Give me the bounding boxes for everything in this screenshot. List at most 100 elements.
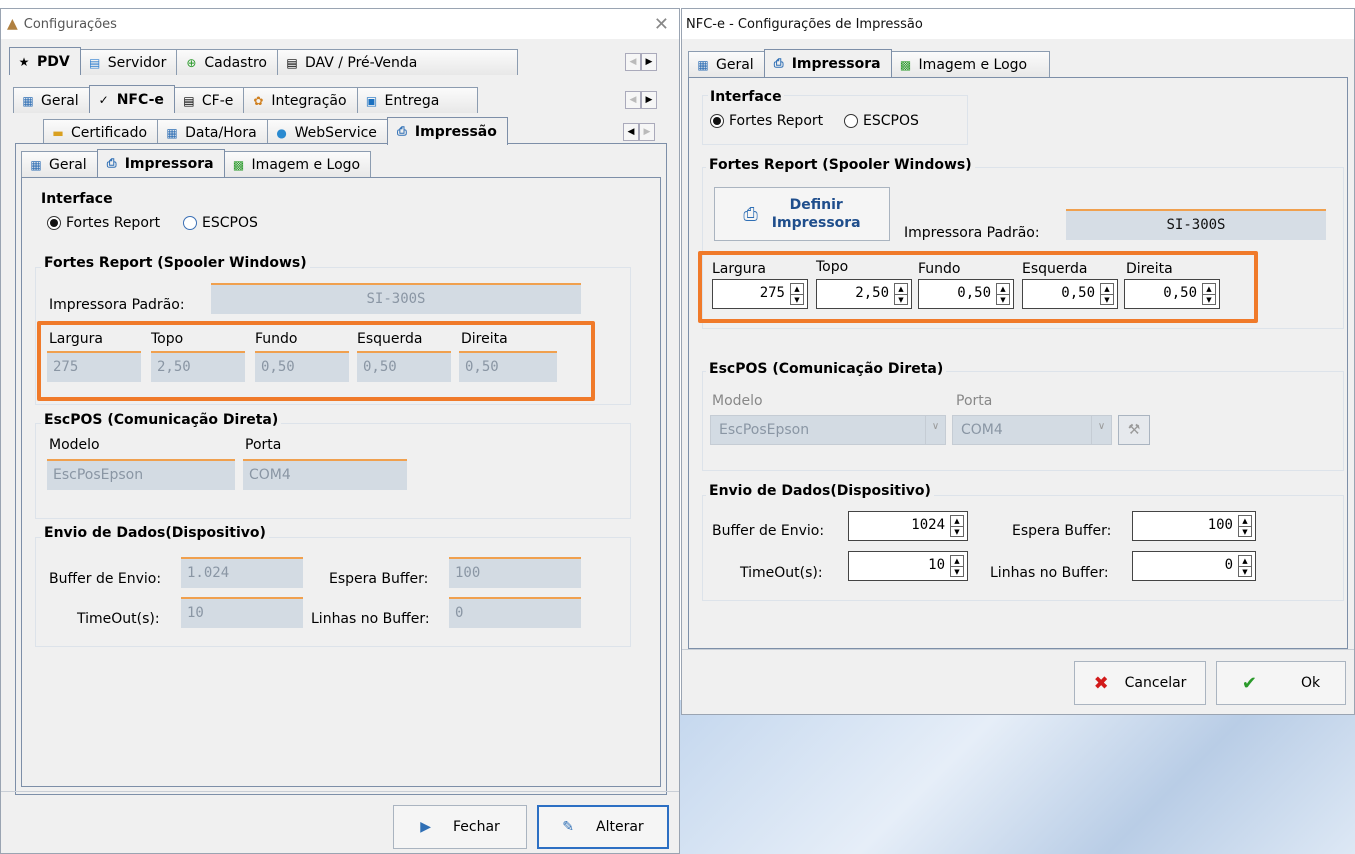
spin-up-icon[interactable]: ▲ [791, 284, 803, 294]
scroll-left-icon[interactable]: ◀ [625, 53, 641, 71]
alterar-button[interactable]: ✎ Alterar [537, 805, 669, 849]
tab-cadastro[interactable]: ⊕ Cadastro [176, 49, 278, 75]
spin-down-icon[interactable]: ▼ [951, 526, 963, 537]
tab-print-imagem[interactable]: ▩ Imagem e Logo [223, 151, 372, 177]
porta-select[interactable]: COM4 ∨ [952, 415, 1112, 445]
radio-dot [183, 216, 197, 230]
tools-button[interactable]: ⚒ [1118, 415, 1150, 445]
tab-certificado[interactable]: ▬ Certificado [43, 119, 159, 145]
espera-field[interactable]: 100 [449, 557, 581, 588]
spin-down-icon[interactable]: ▼ [997, 294, 1009, 305]
radio-fortes-report[interactable]: Fortes Report [710, 113, 823, 129]
spin-down-icon[interactable]: ▼ [1239, 566, 1251, 577]
topo-spin[interactable]: 2,50 ▲ ▼ [816, 279, 912, 309]
nfce-tabs-scroll[interactable]: ◀ ▶ [623, 123, 655, 141]
spin-buttons[interactable]: ▲ ▼ [1238, 515, 1252, 537]
fechar-button[interactable]: ▶ Fechar [393, 805, 527, 849]
calendar-icon: ▦ [166, 125, 178, 140]
timeout-spin[interactable]: 10 ▲ ▼ [848, 551, 968, 581]
tab-impressora[interactable]: ⎙ Impressora [763, 49, 892, 77]
impressora-field[interactable]: SI-300S [211, 283, 581, 314]
scroll-right-icon[interactable]: ▶ [641, 91, 657, 109]
tab-print-impressora[interactable]: ⎙ Impressora [96, 149, 225, 177]
spin-buttons[interactable]: ▲ ▼ [950, 515, 964, 537]
tab-servidor[interactable]: ▤ Servidor [79, 49, 178, 75]
modelo-select[interactable]: EscPosEpson ∨ [710, 415, 946, 445]
timeout-field[interactable]: 10 [181, 597, 303, 628]
buffer-spin[interactable]: 1024 ▲ ▼ [848, 511, 968, 541]
buffer-field[interactable]: 1.024 [181, 557, 303, 588]
esquerda-field[interactable]: 0,50 [357, 351, 451, 382]
check-icon: ✔ [1241, 672, 1257, 694]
spin-buttons[interactable]: ▲ ▼ [1202, 283, 1216, 305]
tab-nfce[interactable]: ✓ NFC-e [88, 85, 175, 113]
direita-field[interactable]: 0,50 [459, 351, 557, 382]
definir-impressora-button[interactable]: ⎙ Definir Impressora [714, 187, 890, 241]
spin-down-icon[interactable]: ▼ [1203, 294, 1215, 305]
spin-down-icon[interactable]: ▼ [1101, 294, 1113, 305]
spin-down-icon[interactable]: ▼ [895, 294, 907, 305]
tab-cfe[interactable]: ▤ CF-e [173, 87, 245, 113]
ok-button[interactable]: ✔ Ok [1216, 661, 1346, 705]
tab-impressao[interactable]: ⎙ Impressão [386, 117, 508, 145]
radio-fortes-report[interactable]: Fortes Report [47, 215, 160, 231]
esquerda-spin[interactable]: 0,50 ▲ ▼ [1022, 279, 1118, 309]
desktop-background [680, 700, 1355, 854]
linhas-field[interactable]: 0 [449, 597, 581, 628]
close-icon[interactable]: ✕ [654, 14, 669, 35]
spin-buttons[interactable]: ▲ ▼ [1238, 555, 1252, 577]
porta-field[interactable]: COM4 [243, 459, 407, 490]
chevron-down-icon[interactable]: ∨ [1091, 416, 1111, 444]
largura-field[interactable]: 275 [47, 351, 141, 382]
tab-datahora[interactable]: ▦ Data/Hora [157, 119, 268, 145]
spin-up-icon[interactable]: ▲ [1239, 556, 1251, 566]
scroll-right-icon[interactable]: ▶ [641, 53, 657, 71]
spin-buttons[interactable]: ▲ ▼ [1100, 283, 1114, 305]
tab-pdv[interactable]: ★ PDV [9, 47, 81, 75]
scroll-left-icon[interactable]: ◀ [625, 91, 641, 109]
scroll-right-icon[interactable]: ▶ [639, 123, 655, 141]
topo-field[interactable]: 2,50 [151, 351, 245, 382]
linhas-spin[interactable]: 0 ▲ ▼ [1132, 551, 1256, 581]
spin-buttons[interactable]: ▲ ▼ [996, 283, 1010, 305]
sub-tabs-scroll[interactable]: ◀ ▶ [625, 91, 657, 109]
tab-geral[interactable]: ▦ Geral [13, 87, 90, 113]
footer-divider [1, 791, 679, 792]
scroll-left-icon[interactable]: ◀ [623, 123, 639, 141]
left-titlebar: ▲ Configurações ✕ [1, 9, 679, 39]
spin-down-icon[interactable]: ▼ [951, 566, 963, 577]
spin-up-icon[interactable]: ▲ [895, 284, 907, 294]
spin-up-icon[interactable]: ▲ [1203, 284, 1215, 294]
radio-escpos[interactable]: ESCPOS [844, 113, 919, 129]
spin-buttons[interactable]: ▲ ▼ [790, 283, 804, 305]
largura-spin[interactable]: 275 ▲ ▼ [712, 279, 808, 309]
espera-spin[interactable]: 100 ▲ ▼ [1132, 511, 1256, 541]
tab-webservice[interactable]: ● WebService [266, 119, 388, 145]
impressora-field[interactable]: SI-300S [1066, 209, 1326, 240]
spin-buttons[interactable]: ▲ ▼ [950, 555, 964, 577]
spin-down-icon[interactable]: ▼ [1239, 526, 1251, 537]
fundo-field[interactable]: 0,50 [255, 351, 349, 382]
tab-entrega[interactable]: ▣ Entrega [356, 87, 479, 113]
modelo-field[interactable]: EscPosEpson [47, 459, 235, 490]
tab-integracao[interactable]: ✿ Integração [243, 87, 358, 113]
spin-up-icon[interactable]: ▲ [997, 284, 1009, 294]
direita-spin[interactable]: 0,50 ▲ ▼ [1124, 279, 1220, 309]
fundo-spin[interactable]: 0,50 ▲ ▼ [918, 279, 1014, 309]
cancel-x-icon: ✖ [1093, 672, 1109, 694]
tab-imagem-logo[interactable]: ▩ Imagem e Logo [890, 51, 1051, 77]
spin-buttons[interactable]: ▲ ▼ [894, 283, 908, 305]
spin-up-icon[interactable]: ▲ [1239, 516, 1251, 526]
cancelar-button[interactable]: ✖ Cancelar [1074, 661, 1206, 705]
chevron-down-icon[interactable]: ∨ [925, 416, 945, 444]
left-config-window: ▲ Configurações ✕ ★ PDV ▤ Servidor ⊕ Cadast… [0, 8, 680, 854]
tab-print-geral[interactable]: ▦ Geral [21, 151, 98, 177]
spin-down-icon[interactable]: ▼ [791, 294, 803, 305]
spin-up-icon[interactable]: ▲ [1101, 284, 1113, 294]
radio-escpos[interactable]: ESCPOS [183, 215, 258, 231]
tab-geral[interactable]: ▦ Geral [688, 51, 765, 77]
tab-dav[interactable]: ▤ DAV / Pré-Venda [276, 49, 519, 75]
spin-up-icon[interactable]: ▲ [951, 516, 963, 526]
spin-up-icon[interactable]: ▲ [951, 556, 963, 566]
main-tabs-scroll[interactable]: ◀ ▶ [625, 53, 657, 71]
